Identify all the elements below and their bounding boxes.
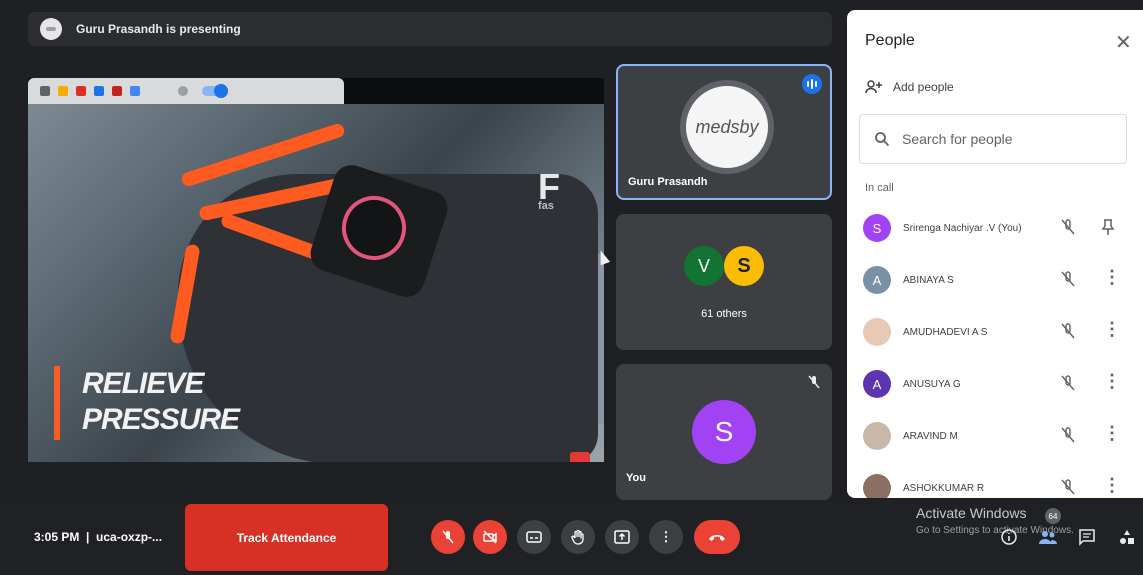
chat-button[interactable] xyxy=(1078,528,1096,546)
pin-icon xyxy=(112,86,122,96)
activate-title: Activate Windows xyxy=(916,505,1027,521)
chat-icon xyxy=(1079,529,1095,546)
add-people-label: Add people xyxy=(893,80,954,94)
avatar: S xyxy=(692,400,756,464)
participant-row[interactable]: AMUDHADEVI A S ⋮ xyxy=(847,306,1143,358)
participant-count-badge: 64 xyxy=(1045,508,1061,524)
avatar xyxy=(863,422,891,450)
avatar: A xyxy=(863,266,891,294)
avatar: A xyxy=(863,370,891,398)
participant-row[interactable]: ARAVIND M ⋮ xyxy=(847,410,1143,462)
participant-tile-self[interactable]: S You xyxy=(616,364,832,500)
info-icon xyxy=(1001,529,1017,545)
participant-name: ANUSUYA G xyxy=(903,378,961,390)
participant-name: ABINAYA S xyxy=(903,274,954,286)
more-options-button[interactable]: ⋮ xyxy=(649,520,683,554)
in-call-label: In call xyxy=(865,182,894,194)
meeting-info: 3:05 PM | uca-oxzp-... xyxy=(34,530,163,544)
close-icon[interactable]: ✕ xyxy=(1115,30,1132,55)
participant-name: Srirenga Nachiyar .V (You) xyxy=(903,222,1022,234)
mic-off-icon xyxy=(1061,479,1075,495)
panel-title: People xyxy=(865,32,915,49)
more-options-icon[interactable]: ⋮ xyxy=(1103,268,1121,286)
captions-button[interactable] xyxy=(517,520,551,554)
present-screen-button[interactable] xyxy=(605,520,639,554)
captions-icon xyxy=(526,531,542,543)
mic-off-icon xyxy=(1061,427,1075,443)
shared-screen: F fas RELIEVE PRESSURE xyxy=(28,78,604,462)
tile-name: You xyxy=(626,472,646,484)
activities-icon xyxy=(1120,530,1134,544)
more-options-icon: ⋮ xyxy=(659,529,673,544)
settings-icon xyxy=(178,86,188,96)
more-options-icon[interactable]: ⋮ xyxy=(1103,476,1121,494)
more-options-icon[interactable]: ⋮ xyxy=(1103,320,1121,338)
mic-off-icon xyxy=(442,530,454,544)
participant-row[interactable]: A ABINAYA S ⋮ xyxy=(847,254,1143,306)
shared-video: F fas RELIEVE PRESSURE xyxy=(28,104,604,462)
avatar xyxy=(863,318,891,346)
search-input[interactable] xyxy=(900,130,1104,148)
info-button[interactable] xyxy=(1000,528,1018,546)
hang-up-icon xyxy=(709,535,725,541)
raise-hand-button[interactable] xyxy=(561,520,595,554)
present-screen-icon xyxy=(614,530,630,544)
avatar: S xyxy=(863,214,891,242)
avatar: V xyxy=(684,246,724,286)
people-panel: People ✕ Add people In call S Srirenga N… xyxy=(847,10,1143,498)
participant-name: AMUDHADEVI A S xyxy=(903,326,988,338)
leave-call-button[interactable] xyxy=(694,520,740,554)
shared-toolbar xyxy=(28,78,344,104)
add-people-button[interactable]: Add people xyxy=(865,80,954,94)
presenter-logo-text: medsby xyxy=(695,116,759,137)
add-person-icon xyxy=(865,80,882,94)
participant-row[interactable]: ASHOKKUMAR R ⋮ xyxy=(847,462,1143,498)
activities-button[interactable] xyxy=(1118,528,1136,546)
more-options-icon[interactable]: ⋮ xyxy=(1103,372,1121,390)
participant-name: ASHOKKUMAR R xyxy=(903,482,985,494)
avatar xyxy=(863,474,891,498)
app-icon xyxy=(130,86,140,96)
presenter-logo-icon xyxy=(40,18,62,40)
headline-line-1: RELIEVE xyxy=(82,367,204,400)
folder-icon xyxy=(58,86,68,96)
participant-row[interactable]: S Srirenga Nachiyar .V (You) xyxy=(847,202,1143,254)
search-box[interactable] xyxy=(859,114,1127,164)
headline-line-2: PRESSURE xyxy=(82,403,240,436)
mic-off-icon xyxy=(1061,219,1075,235)
dropdown-icon xyxy=(40,86,50,96)
doc-icon xyxy=(94,86,104,96)
participant-name: ARAVIND M xyxy=(903,430,958,442)
participant-tile-presenter[interactable]: medsby Guru Prasandh xyxy=(616,64,832,200)
pdf-icon xyxy=(76,86,86,96)
headline-accent-bar xyxy=(54,366,60,440)
mic-off-icon xyxy=(1061,323,1075,339)
search-icon xyxy=(875,132,890,147)
video-headline: RELIEVE PRESSURE xyxy=(82,366,240,438)
participant-row[interactable]: A ANUSUYA G ⋮ xyxy=(847,358,1143,410)
presenting-banner: Guru Prasandh is presenting xyxy=(28,12,832,46)
raise-hand-icon xyxy=(571,529,584,545)
others-count-label: 61 others xyxy=(701,308,747,320)
mic-toggle-button[interactable] xyxy=(431,520,465,554)
mic-off-icon xyxy=(1061,271,1075,287)
participant-tile-others[interactable]: V S 61 others xyxy=(616,214,832,350)
pin-icon[interactable] xyxy=(1101,218,1115,236)
presenting-text: Guru Prasandh is presenting xyxy=(76,22,241,36)
more-options-icon[interactable]: ⋮ xyxy=(1103,424,1121,442)
tile-name: Guru Prasandh xyxy=(628,176,708,188)
mic-off-icon xyxy=(808,375,820,389)
camera-toggle-button[interactable] xyxy=(473,520,507,554)
people-button[interactable] xyxy=(1038,528,1057,546)
camera-off-icon xyxy=(483,530,497,544)
avatar: S xyxy=(724,246,764,286)
brand-logo: F fas xyxy=(538,166,560,212)
people-icon xyxy=(1039,531,1057,544)
track-attendance-button[interactable]: Track Attendance xyxy=(185,504,388,571)
mic-off-icon xyxy=(1061,375,1075,391)
toolbar-toggle xyxy=(202,84,228,98)
speaking-indicator-icon xyxy=(802,74,822,94)
youtube-icon xyxy=(570,452,590,462)
presenter-avatar: medsby xyxy=(680,80,774,174)
